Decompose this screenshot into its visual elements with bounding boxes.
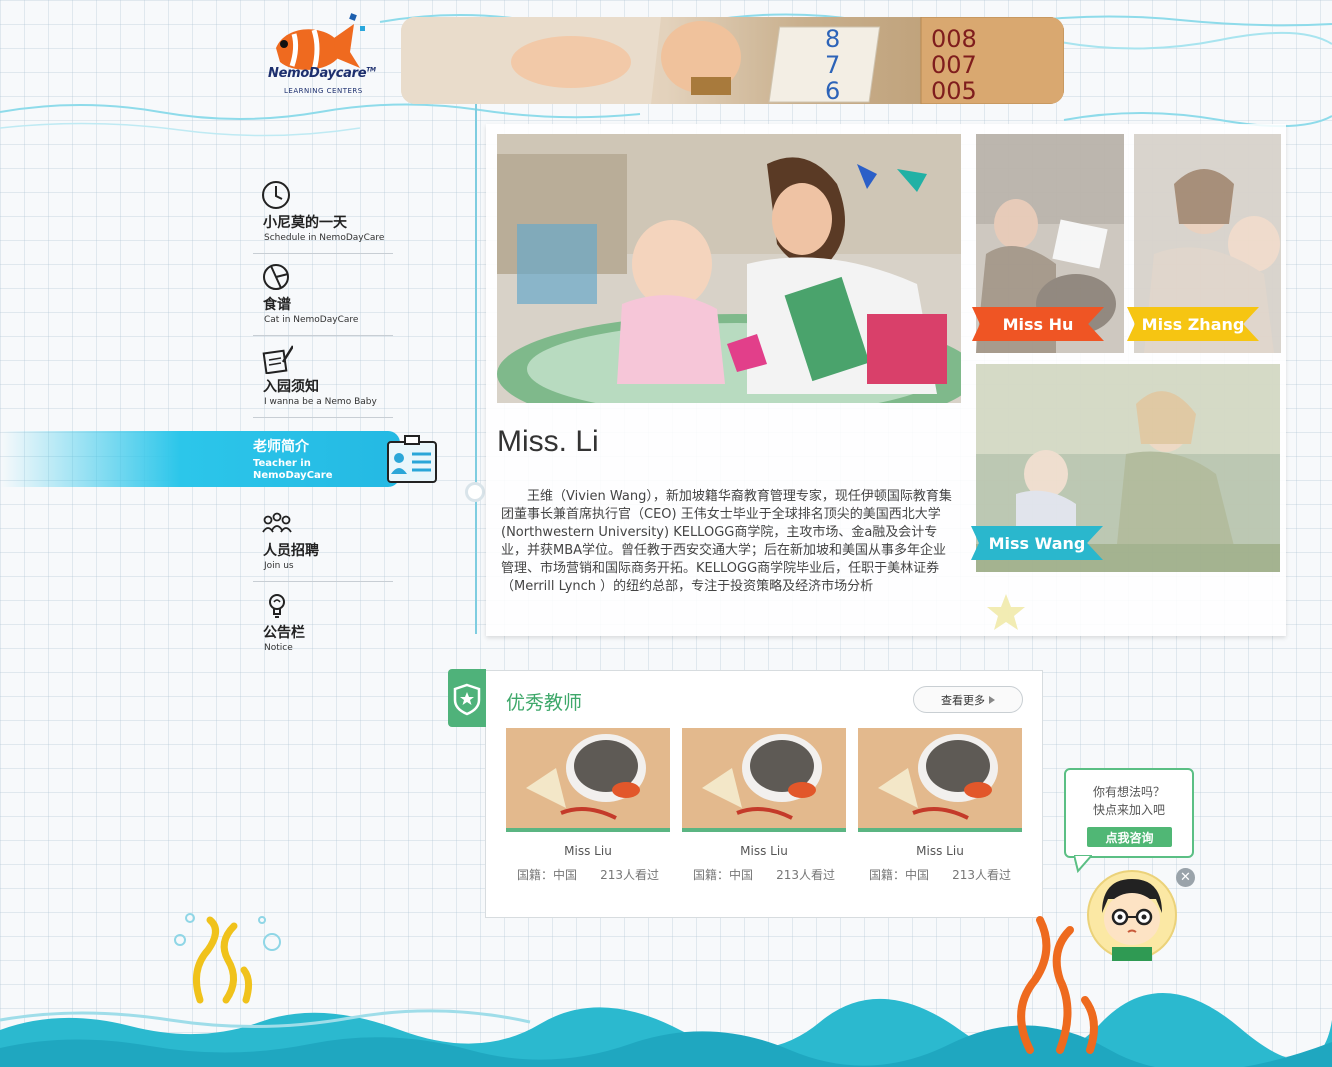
- nav-active-title: 老师简介: [253, 439, 309, 455]
- header-banner-image: 876 008 007 005: [401, 17, 1064, 104]
- teacher-name-heading: Miss. Li: [497, 425, 599, 458]
- nav-item-schedule[interactable]: 小尼莫的一天 Schedule in NemoDayCare: [253, 180, 393, 254]
- consult-line-1: 你有想法吗？: [1092, 785, 1165, 799]
- view-more-button[interactable]: 查看更多: [913, 686, 1023, 713]
- teacher-card-name: Miss Liu: [740, 844, 788, 858]
- nav-item-teachers-active[interactable]: 老师简介 Teacher in NemoDayCare: [0, 431, 400, 487]
- id-badge-icon: [387, 435, 437, 483]
- star-decoration-icon: [987, 594, 1025, 630]
- teacher-ribbon-hu[interactable]: Miss Hu: [972, 307, 1104, 341]
- excellent-teachers-title: 优秀教师: [506, 692, 583, 714]
- shield-star-icon: [453, 683, 481, 716]
- lightbulb-icon: [269, 594, 285, 618]
- nav-item-recipe[interactable]: 食谱 Cat in NemoDayCare: [253, 262, 393, 336]
- view-more-label: 查看更多: [941, 693, 985, 707]
- teacher-card[interactable]: Miss Liu 国籍：中国 213人看过: [858, 728, 1022, 882]
- logo-subtitle: LEARNING CENTERS: [284, 87, 363, 95]
- teacher-main-photo: [497, 134, 961, 403]
- nav-item-title: 入园须知: [263, 379, 319, 395]
- svg-text:008: 008: [931, 25, 977, 53]
- teacher-ribbon-wang[interactable]: Miss Wang: [971, 526, 1103, 560]
- teacher-description: 王维（Vivien Wang），新加坡籍华裔教育管理专家，现任伊顿国际教育集团董…: [501, 489, 952, 594]
- nav-item-subtitle: Notice: [264, 643, 293, 653]
- nav-item-notice[interactable]: 公告栏 Notice: [253, 590, 393, 664]
- nav-item-subtitle: I wanna be a Nemo Baby: [264, 397, 377, 407]
- nav-item-subtitle: Join us: [264, 561, 294, 571]
- teacher-card-image: [858, 728, 1022, 828]
- caret-right-icon: [989, 695, 995, 704]
- close-icon[interactable]: ✕: [1176, 868, 1195, 887]
- consult-bubble: 你有想法吗？ 快点来加入吧 点我咨询: [1064, 768, 1194, 858]
- consult-line-2: 快点来加入吧: [1092, 803, 1165, 817]
- nav-item-subtitle: Schedule in NemoDayCare: [264, 233, 385, 243]
- teacher-card-image: [682, 728, 846, 828]
- teacher-card-bar: [682, 828, 846, 832]
- nav-item-title: 小尼莫的一天: [263, 215, 347, 231]
- teacher-card[interactable]: Miss Liu 国籍：中国 213人看过: [506, 728, 670, 882]
- excellent-tab: [448, 669, 486, 727]
- teacher-ribbon-zhang[interactable]: Miss Zhang: [1127, 307, 1259, 341]
- svg-text:6: 6: [825, 77, 840, 104]
- pie-icon: [263, 264, 289, 290]
- svg-text:8: 8: [825, 25, 840, 53]
- teacher-card-bar: [858, 828, 1022, 832]
- svg-text:007: 007: [931, 51, 977, 79]
- teacher-card-bar: [506, 828, 670, 832]
- svg-text:7: 7: [825, 51, 840, 79]
- nav-item-title: 食谱: [263, 297, 291, 313]
- logo-brand-text: NemoDaycareTM: [268, 66, 376, 81]
- nav-item-subtitle: Cat in NemoDayCare: [264, 315, 359, 325]
- timeline-connector: [475, 104, 477, 634]
- svg-text:005: 005: [931, 77, 977, 104]
- nav-item-recruit[interactable]: 人员招聘 Join us: [253, 508, 393, 582]
- nav-item-title: 公告栏: [263, 625, 305, 641]
- teacher-card-name: Miss Liu: [916, 844, 964, 858]
- avatar[interactable]: [1086, 869, 1178, 961]
- teacher-card-name: Miss Liu: [564, 844, 612, 858]
- clock-icon: [262, 181, 290, 209]
- timeline-node: [465, 482, 485, 502]
- nav-item-admission[interactable]: 入园须知 I wanna be a Nemo Baby: [253, 344, 393, 418]
- people-icon: [262, 512, 292, 533]
- teacher-card[interactable]: Miss Liu 国籍：中国 213人看过: [682, 728, 846, 882]
- notepad-pen-icon: [262, 345, 293, 374]
- consult-button[interactable]: 点我咨询: [1087, 827, 1172, 847]
- nav-item-title: 人员招聘: [263, 543, 319, 559]
- nav-active-subtitle: Teacher in NemoDayCare: [253, 458, 333, 481]
- teacher-card-image: [506, 728, 670, 828]
